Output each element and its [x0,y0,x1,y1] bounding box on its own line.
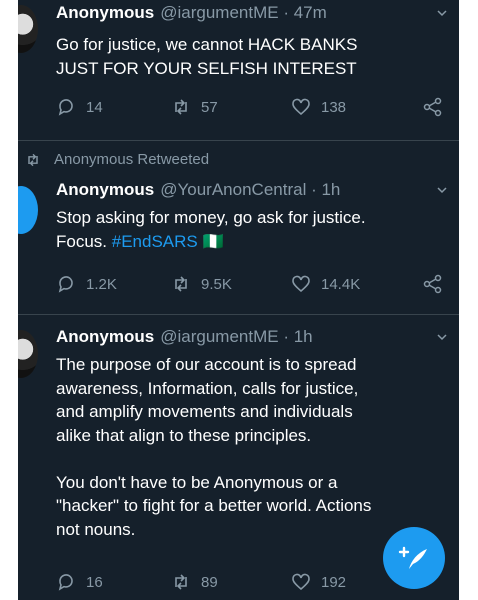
retweeted-by-label: Anonymous Retweeted [54,151,210,168]
tweet-line: The purpose of our account is to spread [56,355,357,374]
tweet-line: not nouns. [56,519,136,539]
tweet-header: Anonymous @YourAnonCentral · 1h [56,180,340,200]
tweet-header: Anonymous @iargumentME · 47m [56,3,327,23]
reply-icon [58,276,73,293]
like-button[interactable]: 14.4K [291,274,360,294]
tweet-line: and amplify movements and individuals [56,402,353,421]
compose-tweet-icon [398,546,427,569]
reply-button[interactable]: 1.2K [56,274,117,294]
retweet-icon [175,99,187,115]
tweet-line: JUST FOR YOUR SELFISH INTEREST [56,58,357,78]
reply-count: 1.2K [86,275,117,293]
author-name[interactable]: Anonymous [56,180,154,199]
compose-tweet-button[interactable] [383,527,445,589]
chevron-down-icon[interactable] [437,332,447,342]
tweet-text: Stop asking for money, go ask for justic… [56,206,436,253]
author-handle: @iargumentME · 1h [160,327,313,346]
reply-icon [58,574,73,591]
chevron-down-icon[interactable] [437,8,447,18]
retweet-count: 57 [201,98,218,116]
share-icon [423,274,442,294]
retweet-count: 9.5K [201,275,232,293]
chevron-down-icon[interactable] [437,185,447,195]
tweet-header: Anonymous @iargumentME · 1h [56,327,313,347]
tweet-text: The purpose of our account is to spread … [56,353,436,541]
tweet-line: alike that align to these principles. [56,425,312,445]
twitter-timeline: Anonymous @iargumentME · 47m Go for justi… [18,0,459,600]
like-count: 14.4K [321,275,361,293]
tweet-1[interactable]: Anonymous @iargumentME · 47m Go for justi… [18,0,459,140]
tweet-line: Go for justice, we cannot HACK BANKS [56,35,358,54]
reply-icon [58,99,73,116]
heart-icon [292,275,310,293]
avatar[interactable] [18,330,38,378]
reply-count: 14 [86,98,103,116]
retweet-icon [175,574,187,590]
retweet-icon [175,276,187,292]
tweet-time: 1h [321,180,341,199]
share-button[interactable] [423,97,443,117]
retweet-count: 89 [201,573,218,591]
tweet-actions: 1.2K 9.5K 14.4K [56,274,451,296]
retweet-button[interactable]: 89 [171,572,218,592]
retweet-button[interactable]: 9.5K [171,274,232,294]
hashtag-link[interactable]: #EndSARS [112,232,198,251]
share-icon [423,97,442,117]
heart-icon [292,98,310,116]
tweet-actions: 14 57 138 [56,97,451,119]
share-button[interactable] [423,274,443,294]
like-button[interactable]: 192 [291,572,346,592]
tweet-time: 1h [293,327,313,346]
reply-button[interactable]: 16 [56,572,103,592]
like-count: 138 [321,98,347,116]
tweet-line: You don't have to be Anonymous or a [56,472,338,492]
author-handle: @YourAnonCentral · 1h [160,180,341,199]
tweet-line: Stop asking for money, go ask for justic… [56,208,366,227]
like-button[interactable]: 138 [291,97,346,117]
like-count: 192 [321,573,347,591]
retweet-context[interactable]: Anonymous Retweeted [24,151,209,168]
avatar[interactable] [18,5,38,53]
retweet-button[interactable]: 57 [171,97,218,117]
avatar[interactable] [18,186,38,234]
tweet-time: 47m [293,3,327,22]
tweet-2[interactable]: Anonymous @YourAnonCentral · 1h Stop aski… [18,170,459,320]
tweet-text: Go for justice, we cannot HACK BANKS JUS… [56,33,436,80]
retweet-icon [28,153,38,166]
heart-icon [292,573,310,591]
reply-button[interactable]: 14 [56,97,103,117]
tweet-line: "hacker" to fight for a better world. Ac… [56,496,372,515]
nigeria-flag-emoji: 🇳🇬 [202,231,224,251]
divider [18,140,459,141]
author-name[interactable]: Anonymous [56,327,154,346]
author-handle: @iargumentME · 47m [160,3,327,22]
tweet-line: awareness, Information, calls for justic… [56,378,359,398]
author-name[interactable]: Anonymous [56,3,154,22]
tweet-line: Focus. #EndSARS 🇳🇬 [56,231,224,251]
reply-count: 16 [86,573,103,591]
